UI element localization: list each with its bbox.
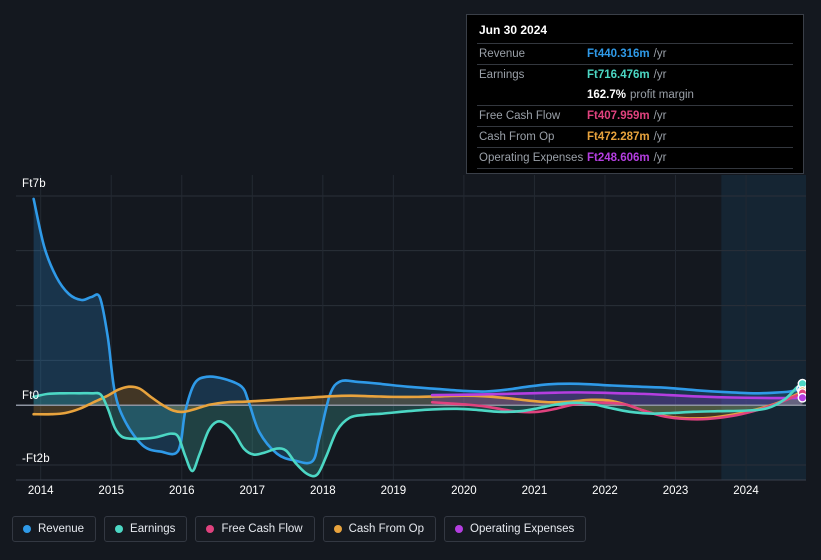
- legend-item-free-cash-flow[interactable]: Free Cash Flow: [195, 516, 315, 542]
- x-axis-tick-label: 2019: [380, 485, 407, 497]
- legend-item-label: Cash From Op: [348, 523, 425, 535]
- legend-item-label: Earnings: [130, 523, 176, 535]
- tooltip-row-unit: /yr: [653, 69, 667, 81]
- tooltip-row-unit: /yr: [653, 48, 667, 60]
- data-tooltip: Jun 30 2024 Revenue Ft440.316m/yr Earnings…: [466, 14, 804, 174]
- x-axis-tick-label: 2015: [98, 485, 125, 497]
- y-axis-tick-label: -Ft2b: [22, 453, 50, 466]
- legend-color-dot: [455, 525, 464, 533]
- x-axis-tick-label: 2023: [662, 485, 689, 497]
- end-marker-operating-expenses[interactable]: [797, 392, 806, 403]
- x-axis-tick-label: 2014: [27, 485, 54, 497]
- tooltip-row: 162.7% profit margin: [477, 85, 793, 105]
- tooltip-row: Free Cash Flow Ft407.959m/yr: [477, 105, 793, 126]
- legend-item-earnings[interactable]: Earnings: [104, 516, 188, 542]
- legend-color-dot: [115, 525, 124, 533]
- tooltip-row: Operating Expenses Ft248.606m/yr: [477, 147, 793, 168]
- legend-item-revenue[interactable]: Revenue: [12, 516, 97, 542]
- tooltip-row-unit: /yr: [653, 152, 667, 164]
- tooltip-row-unit: /yr: [653, 110, 667, 122]
- y-axis-tick-label: Ft0: [22, 390, 40, 403]
- chart-legend: Revenue Earnings Free Cash Flow Cash From O…: [12, 516, 587, 542]
- legend-item-operating-expenses[interactable]: Operating Expenses: [444, 516, 587, 542]
- y-axis-tick-label: Ft7b: [22, 177, 46, 190]
- legend-color-dot: [23, 525, 31, 533]
- tooltip-row-value: Ft440.316m: [587, 48, 650, 60]
- legend-item-cash-from-op[interactable]: Cash From Op: [322, 516, 437, 542]
- legend-color-dot: [333, 525, 342, 533]
- forecast-region: [721, 175, 806, 480]
- tooltip-row-label: Revenue: [479, 48, 526, 60]
- x-axis-tick-label: 2021: [521, 485, 548, 497]
- tooltip-row-unit: /yr: [653, 131, 667, 143]
- tooltip-row: Earnings Ft716.476m/yr: [477, 64, 793, 85]
- tooltip-row: Revenue Ft440.316m/yr: [477, 43, 793, 64]
- tooltip-row-value: Ft407.959m: [587, 110, 650, 122]
- tooltip-row-value: Ft472.287m: [587, 131, 650, 143]
- tooltip-row: Cash From Op Ft472.287m/yr: [477, 126, 793, 147]
- legend-color-dot: [206, 525, 215, 533]
- tooltip-row-value: Ft716.476m: [587, 69, 650, 81]
- tooltip-row-label: Free Cash Flow: [479, 110, 561, 122]
- x-axis-tick-label: 2024: [733, 485, 759, 497]
- x-axis-tick-label: 2017: [239, 485, 266, 497]
- x-axis-tick-label: 2020: [451, 485, 477, 497]
- tooltip-row-value: 162.7%: [587, 89, 627, 101]
- tooltip-date: Jun 30 2024: [479, 23, 548, 37]
- legend-item-label: Revenue: [38, 523, 85, 535]
- tooltip-row-label: Earnings: [479, 69, 525, 81]
- legend-item-label: Free Cash Flow: [221, 523, 303, 535]
- tooltip-row-label: Operating Expenses: [479, 152, 584, 164]
- legend-item-label: Operating Expenses: [470, 523, 575, 535]
- tooltip-bottom-divider: [477, 168, 793, 169]
- x-axis-tick-label: 2018: [310, 485, 336, 497]
- tooltip-row-value: Ft248.606m: [587, 152, 650, 164]
- tooltip-row-label: Cash From Op: [479, 131, 555, 143]
- x-axis-tick-label: 2016: [168, 485, 195, 497]
- x-axis-tick-label: 2022: [592, 485, 618, 497]
- tooltip-row-unit: profit margin: [630, 89, 694, 101]
